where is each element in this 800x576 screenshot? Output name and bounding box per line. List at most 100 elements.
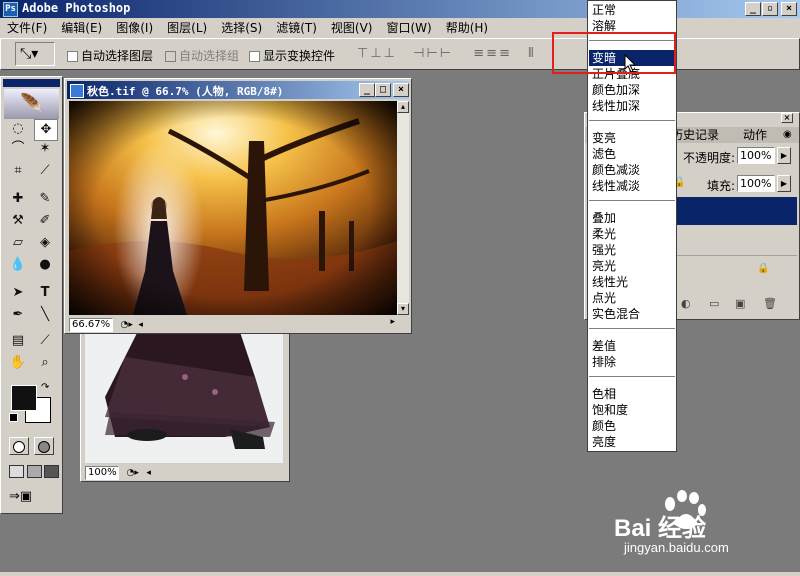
doc-maximize-button[interactable]: □ bbox=[375, 83, 391, 97]
screen-mode-menu-icon[interactable] bbox=[27, 465, 42, 478]
blend-difference[interactable]: 差值 bbox=[592, 338, 616, 354]
foreground-color-swatch[interactable] bbox=[11, 385, 37, 411]
scroll-up-button[interactable]: ▴ bbox=[397, 101, 409, 113]
tab-history[interactable]: 历史记录 bbox=[671, 127, 719, 143]
eraser-tool-icon[interactable]: ▱ bbox=[7, 233, 29, 253]
panel-menu-icon[interactable]: ◉ bbox=[783, 127, 792, 143]
tab-actions[interactable]: 动作 bbox=[743, 127, 767, 143]
delete-layer-icon[interactable]: 🗑 bbox=[763, 297, 777, 310]
blend-overlay[interactable]: 叠加 bbox=[592, 210, 616, 226]
blend-lighten[interactable]: 变亮 bbox=[592, 130, 616, 146]
brush-tool-icon[interactable]: ✎ bbox=[34, 189, 56, 209]
default-colors-icon[interactable] bbox=[9, 413, 18, 422]
blend-hard-light[interactable]: 强光 bbox=[592, 242, 616, 258]
blend-saturation[interactable]: 饱和度 bbox=[592, 402, 628, 418]
standard-mode-button[interactable] bbox=[9, 437, 29, 455]
menu-edit[interactable]: 编辑(E) bbox=[54, 18, 109, 38]
blend-normal[interactable]: 正常 bbox=[592, 2, 616, 18]
status-menu-icon[interactable]: ◔▸ bbox=[127, 468, 139, 478]
close-button[interactable]: × bbox=[781, 2, 797, 16]
blend-linear-burn[interactable]: 线性加深 bbox=[592, 98, 640, 114]
blend-color-burn[interactable]: 颜色加深 bbox=[592, 82, 640, 98]
menu-image[interactable]: 图像(I) bbox=[109, 18, 160, 38]
screen-mode-full-icon[interactable] bbox=[44, 465, 59, 478]
menu-help[interactable]: 帮助(H) bbox=[439, 18, 495, 38]
jump-to-imageready-icon[interactable]: ⇒▣ bbox=[9, 489, 32, 504]
auto-select-group-option[interactable]: 自动选择组 bbox=[165, 47, 239, 64]
menu-window[interactable]: 窗口(W) bbox=[379, 18, 438, 38]
blend-color-dodge[interactable]: 颜色减淡 bbox=[592, 162, 640, 178]
pen-tool-icon[interactable]: ✒ bbox=[7, 305, 29, 325]
zoom-field-back[interactable]: 100% bbox=[85, 466, 119, 480]
distribute-top-icon[interactable]: ≡ bbox=[473, 46, 486, 61]
line-tool-icon[interactable]: ╲ bbox=[34, 305, 56, 325]
show-transform-checkbox[interactable] bbox=[249, 51, 260, 62]
distribute-left-icon[interactable]: ⫴ bbox=[528, 46, 535, 61]
maximize-button[interactable]: ▫ bbox=[762, 2, 778, 16]
vertical-scrollbar[interactable]: ▴ ▾ bbox=[397, 101, 409, 315]
blend-soft-light[interactable]: 柔光 bbox=[592, 226, 616, 242]
dodge-tool-icon[interactable]: ● bbox=[34, 255, 56, 275]
status-menu-icon-front[interactable]: ◔▸ bbox=[121, 320, 133, 330]
blend-pin-light[interactable]: 点光 bbox=[592, 290, 616, 306]
quickmask-mode-button[interactable] bbox=[34, 437, 54, 455]
scroll-left-icon-front[interactable]: ◂ bbox=[138, 320, 143, 330]
screen-mode-standard-icon[interactable] bbox=[9, 465, 24, 478]
paint-bucket-icon[interactable]: ◈ bbox=[34, 233, 56, 253]
doc-close-button[interactable]: × bbox=[393, 83, 409, 97]
show-transform-option[interactable]: 显示变换控件 bbox=[249, 47, 335, 64]
distribute-center-icon[interactable]: ≡ bbox=[486, 46, 499, 61]
opacity-arrow-button[interactable]: ▶ bbox=[777, 147, 791, 164]
eyedropper-icon[interactable]: ⟋ bbox=[34, 331, 56, 351]
new-layer-icon[interactable]: ▣ bbox=[735, 297, 745, 310]
blend-luminosity[interactable]: 亮度 bbox=[592, 434, 616, 450]
fill-arrow-button[interactable]: ▶ bbox=[777, 175, 791, 192]
magic-wand-icon[interactable]: ✶ bbox=[34, 139, 56, 159]
blend-vivid-light[interactable]: 亮光 bbox=[592, 258, 616, 274]
blend-hard-mix[interactable]: 实色混合 bbox=[592, 306, 640, 322]
zoom-tool-icon[interactable]: ⌕ bbox=[34, 353, 56, 373]
menu-view[interactable]: 视图(V) bbox=[324, 18, 380, 38]
align-right-icon[interactable]: ⊢ bbox=[440, 46, 453, 61]
panel-close-button[interactable]: × bbox=[781, 113, 793, 123]
adjustment-layer-icon[interactable]: ◐ bbox=[681, 297, 691, 310]
align-hcenter-icon[interactable]: ⊢ bbox=[426, 46, 439, 61]
healing-brush-icon[interactable]: ✚ bbox=[7, 189, 29, 209]
auto-select-layer-checkbox[interactable] bbox=[67, 51, 78, 62]
blend-linear-dodge[interactable]: 线性减淡 bbox=[592, 178, 640, 194]
blend-linear-light[interactable]: 线性光 bbox=[592, 274, 628, 290]
blur-tool-icon[interactable]: 💧 bbox=[7, 255, 29, 275]
menu-filter[interactable]: 滤镜(T) bbox=[269, 18, 324, 38]
align-left-icon[interactable]: ⊣ bbox=[413, 46, 426, 61]
lasso-tool-icon[interactable]: ⌒ bbox=[7, 139, 29, 159]
blend-screen[interactable]: 滤色 bbox=[592, 146, 616, 162]
align-bottom-icon[interactable]: ⊥ bbox=[384, 46, 397, 61]
slice-tool-icon[interactable]: ⟋ bbox=[34, 161, 56, 181]
opacity-field[interactable]: 100% bbox=[737, 147, 775, 164]
move-tool-icon[interactable]: ✥ bbox=[34, 119, 58, 141]
clone-stamp-icon[interactable]: ⚒ bbox=[7, 211, 29, 231]
new-group-icon[interactable]: ▭ bbox=[709, 297, 719, 310]
fill-field[interactable]: 100% bbox=[737, 175, 775, 192]
auto-select-group-checkbox[interactable] bbox=[165, 51, 176, 62]
notes-tool-icon[interactable]: ▤ bbox=[7, 331, 29, 351]
type-tool-icon[interactable]: T bbox=[34, 283, 56, 303]
crop-tool-icon[interactable]: ⌗ bbox=[7, 161, 29, 181]
minimize-button[interactable]: _ bbox=[745, 2, 761, 16]
distribute-bottom-icon[interactable]: ≡ bbox=[499, 46, 512, 61]
align-top-icon[interactable]: ⊤ bbox=[357, 46, 370, 61]
hand-tool-icon[interactable]: ✋ bbox=[7, 353, 29, 373]
tool-preset-picker[interactable]: ⤡▾ bbox=[15, 42, 55, 66]
history-brush-icon[interactable]: ✐ bbox=[34, 211, 56, 231]
path-select-icon[interactable]: ➤ bbox=[7, 283, 29, 303]
blend-color[interactable]: 颜色 bbox=[592, 418, 616, 434]
swap-colors-icon[interactable]: ↷ bbox=[41, 382, 49, 393]
zoom-field-front[interactable]: 66.67% bbox=[69, 318, 113, 332]
scroll-right-icon-front[interactable]: ▸ bbox=[390, 317, 395, 327]
scroll-down-button[interactable]: ▾ bbox=[397, 303, 409, 315]
auto-select-layer-option[interactable]: 自动选择图层 bbox=[67, 47, 153, 64]
blend-hue[interactable]: 色相 bbox=[592, 386, 616, 402]
blend-exclusion[interactable]: 排除 bbox=[592, 354, 616, 370]
align-vcenter-icon[interactable]: ⊥ bbox=[370, 46, 383, 61]
marquee-tool-icon[interactable]: ◌ bbox=[7, 119, 29, 139]
